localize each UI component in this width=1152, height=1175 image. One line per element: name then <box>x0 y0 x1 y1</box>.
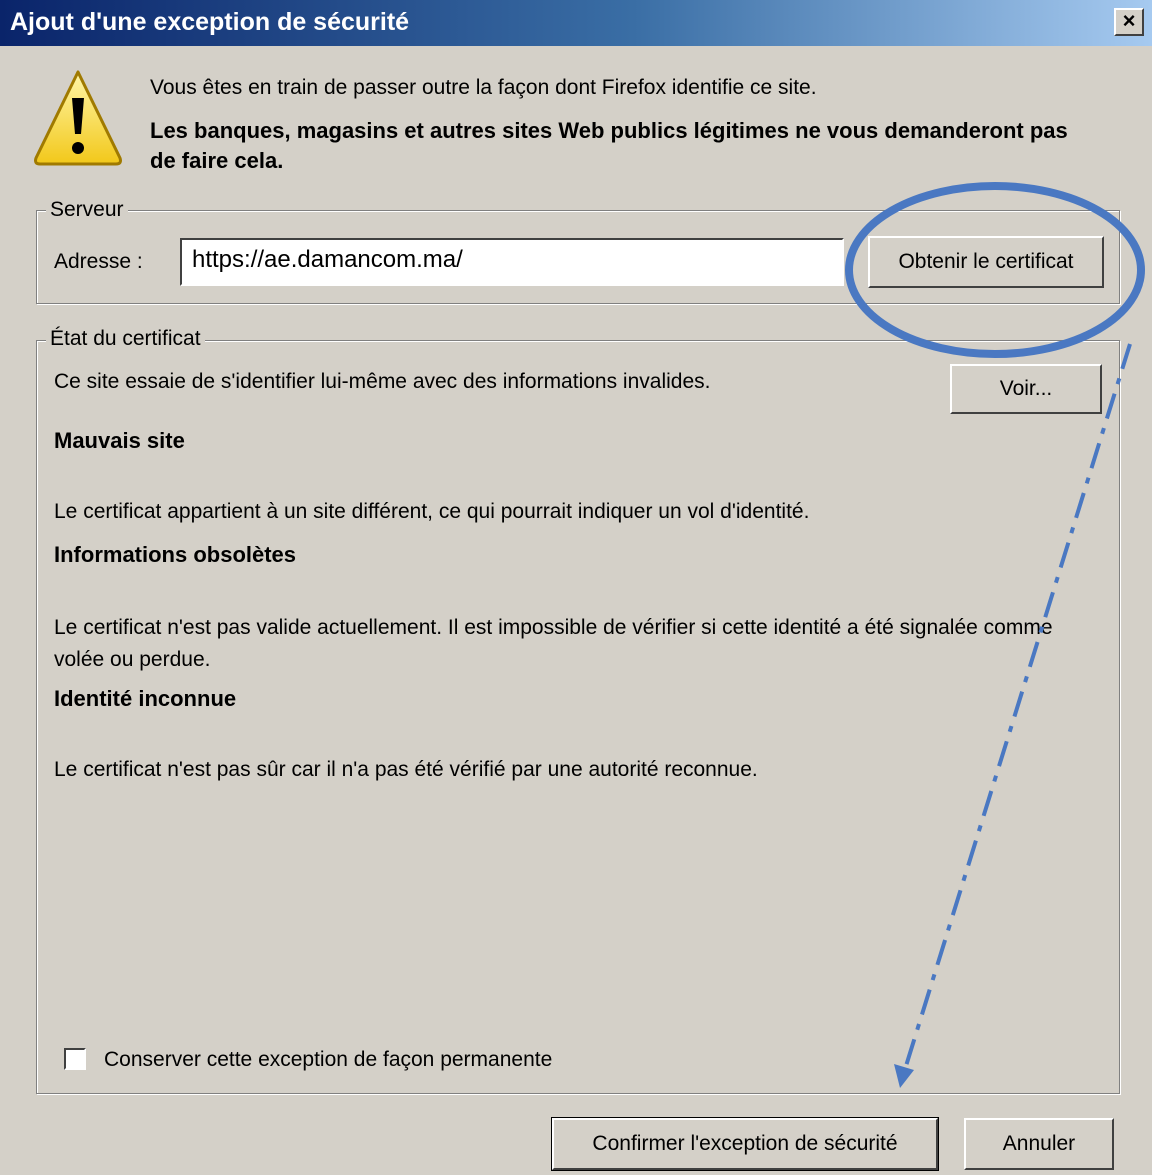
issue-title: Mauvais site <box>54 428 185 453</box>
warning-icon <box>34 70 122 166</box>
issue-description: Le certificat n'est pas sûr car il n'a p… <box>54 758 758 781</box>
certificate-summary: Ce site essaie de s'identifier lui-même … <box>54 370 711 393</box>
address-label: Adresse : <box>54 250 143 273</box>
issue-title: Identité inconnue <box>54 686 237 711</box>
warning-emphasis: Les banques, magasins et autres sites We… <box>150 118 1068 173</box>
close-icon: × <box>1122 8 1136 33</box>
cancel-button[interactable]: Annuler <box>964 1118 1114 1170</box>
title-bar: Ajout d'une exception de sécurité × <box>0 0 1152 46</box>
window-title: Ajout d'une exception de sécurité <box>10 8 410 36</box>
address-input[interactable]: https://ae.damancom.ma/ <box>180 238 844 286</box>
permanent-exception-checkbox[interactable] <box>64 1048 86 1070</box>
warning-message: Vous êtes en train de passer outre la fa… <box>150 76 817 99</box>
permanent-exception-label: Conserver cette exception de façon perma… <box>104 1048 553 1071</box>
view-button[interactable]: Voir... <box>950 364 1102 414</box>
close-button[interactable]: × <box>1114 8 1144 36</box>
certificate-status-legend: État du certificat <box>46 327 205 351</box>
issue-description: Le certificat n'est pas valide actuellem… <box>54 616 1053 671</box>
certificate-status-groupbox <box>36 340 1120 1094</box>
get-certificate-button[interactable]: Obtenir le certificat <box>868 236 1104 288</box>
server-legend: Serveur <box>46 198 128 222</box>
issue-title: Informations obsolètes <box>54 542 297 567</box>
confirm-exception-button[interactable]: Confirmer l'exception de sécurité <box>551 1117 939 1171</box>
issue-description: Le certificat appartient à un site diffé… <box>54 500 810 523</box>
